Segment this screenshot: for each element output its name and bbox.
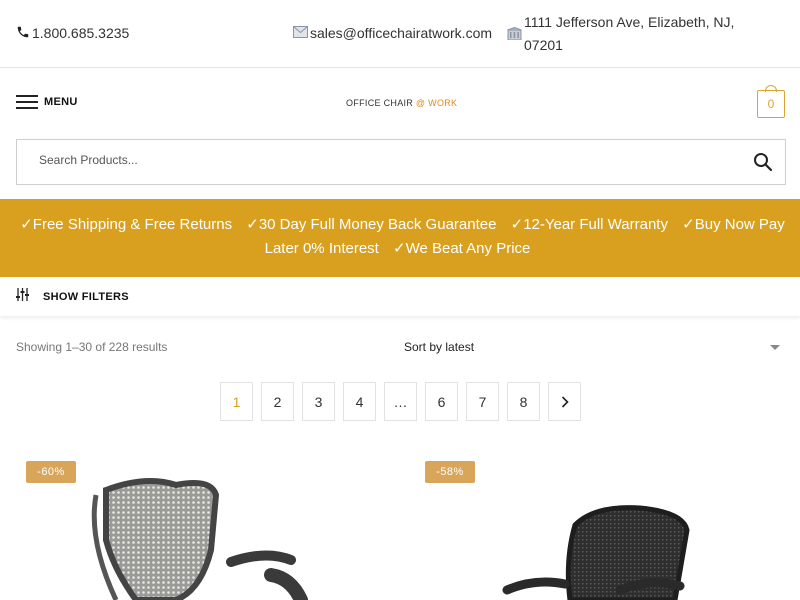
- page-link[interactable]: 2: [261, 382, 294, 421]
- sort-label: Sort by latest: [404, 340, 475, 354]
- email-address: sales@officechairatwork.com: [310, 25, 493, 41]
- phone-icon: [16, 25, 30, 41]
- phone-number: 1.800.685.3235: [32, 25, 130, 41]
- page-ellipsis: …: [384, 382, 417, 421]
- sort-select[interactable]: Sort by latest: [404, 340, 784, 354]
- discount-badge: -58%: [425, 461, 475, 483]
- next-page-button[interactable]: [548, 382, 581, 421]
- banner-item: ✓30 Day Full Money Back Guarantee: [246, 216, 497, 233]
- logo-text: OFFICE CHAIR: [346, 98, 416, 108]
- cart-button[interactable]: 0: [757, 85, 785, 118]
- show-filters-button[interactable]: SHOW FILTERS: [0, 277, 800, 316]
- hamburger-icon: [16, 95, 38, 109]
- discount-badge: -60%: [26, 461, 76, 483]
- address-contact: 1111 Jefferson Ave, Elizabeth, NJ, 07201: [507, 11, 764, 57]
- page-link[interactable]: 7: [466, 382, 499, 421]
- show-filters-label: SHOW FILTERS: [43, 290, 129, 303]
- page-link[interactable]: 8: [507, 382, 540, 421]
- caret-down-icon: [770, 345, 780, 350]
- product-image[interactable]: [26, 450, 386, 600]
- email-contact[interactable]: sales@officechairatwork.com: [293, 25, 492, 41]
- product-card[interactable]: -60%: [26, 450, 386, 600]
- contact-bar: 1.800.685.3235 sales@officechairatwork.c…: [0, 0, 800, 68]
- logo-accent: @ WORK: [415, 98, 458, 108]
- product-card[interactable]: -58%: [425, 450, 785, 600]
- promo-banner: ✓Free Shipping & Free Returns ✓30 Day Fu…: [0, 199, 800, 277]
- phone-contact[interactable]: 1.800.685.3235: [16, 25, 129, 41]
- banner-item: ✓We Beat Any Price: [393, 240, 531, 257]
- address-text: 1111 Jefferson Ave, Elizabeth, NJ, 07201: [524, 14, 735, 53]
- chevron-right-icon: [561, 395, 569, 408]
- product-search: [16, 139, 786, 185]
- site-logo[interactable]: OFFICE CHAIR @ WORK: [346, 98, 457, 108]
- menu-label: MENU: [44, 96, 78, 108]
- banner-item: ✓Free Shipping & Free Returns: [20, 216, 233, 233]
- product-image[interactable]: [425, 450, 785, 600]
- page-link[interactable]: 4: [343, 382, 376, 421]
- results-count: Showing 1–30 of 228 results: [16, 340, 168, 354]
- page-link[interactable]: 3: [302, 382, 335, 421]
- building-icon: [507, 26, 522, 42]
- banner-item: ✓12-Year Full Warranty: [510, 216, 668, 233]
- cart-count: 0: [767, 97, 775, 111]
- search-icon[interactable]: [753, 152, 773, 172]
- sliders-icon: [16, 287, 29, 306]
- site-header: MENU OFFICE CHAIR @ WORK 0: [0, 69, 800, 139]
- pagination: 1 2 3 4 … 6 7 8: [220, 382, 589, 421]
- menu-button[interactable]: MENU: [16, 95, 78, 109]
- envelope-icon: [293, 26, 308, 40]
- search-input[interactable]: [39, 153, 719, 167]
- page-link[interactable]: 1: [220, 382, 253, 421]
- page-link[interactable]: 6: [425, 382, 458, 421]
